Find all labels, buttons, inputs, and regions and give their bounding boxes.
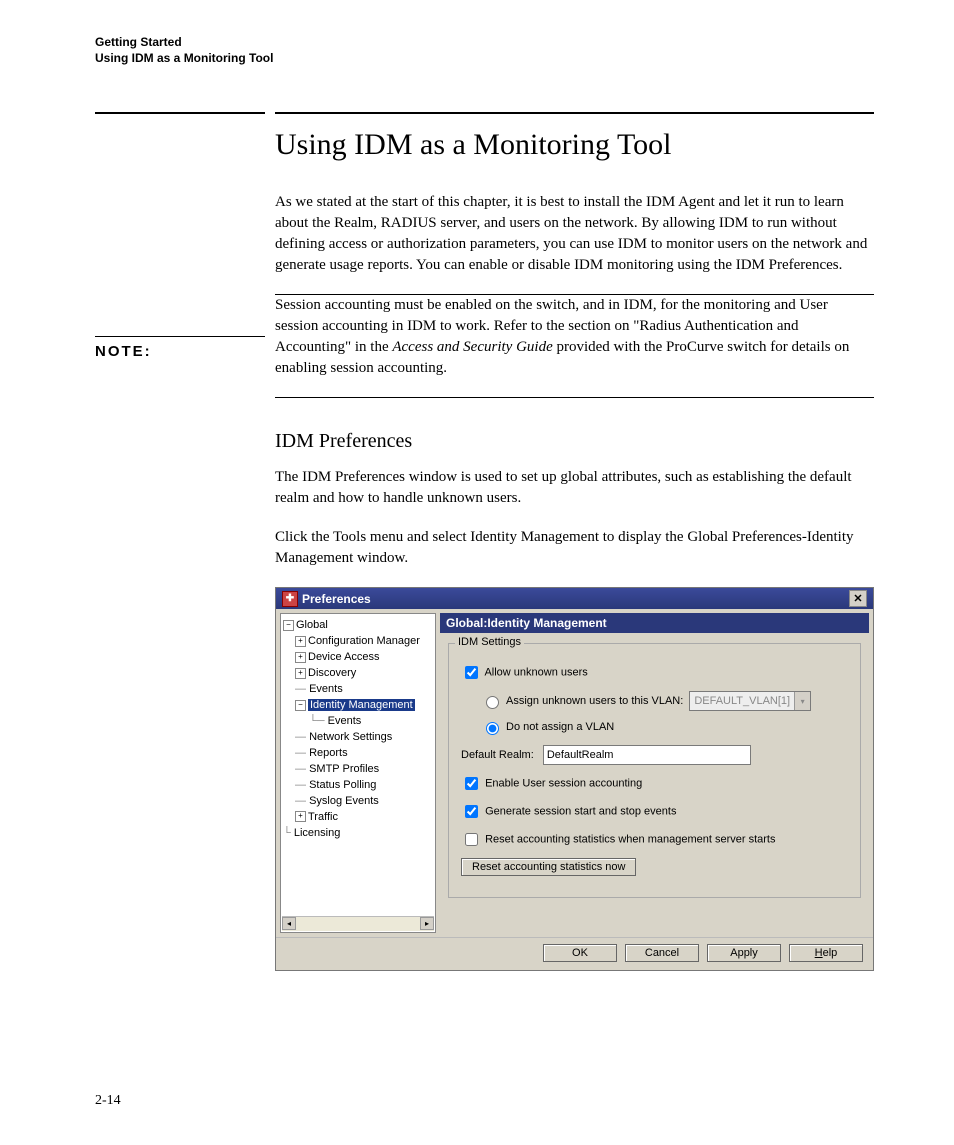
collapse-icon[interactable]: − <box>283 620 294 631</box>
assign-vlan-radio[interactable] <box>486 696 499 709</box>
vlan-dropdown[interactable]: DEFAULT_VLAN[1] ▾ <box>689 691 811 711</box>
dialog-titlebar[interactable]: ✚ Preferences ✕ <box>276 588 873 609</box>
preferences-dialog: ✚ Preferences ✕ −Global +Configuration M… <box>275 587 874 971</box>
note-text: Session accounting must be enabled on th… <box>275 295 874 379</box>
note-top-rule-left <box>95 336 265 337</box>
dialog-title: Preferences <box>302 592 371 606</box>
no-assign-vlan-label: Do not assign a VLAN <box>506 721 614 733</box>
tree-traffic[interactable]: Traffic <box>308 811 338 823</box>
enable-accounting-label: Enable User session accounting <box>485 778 642 790</box>
nav-tree[interactable]: −Global +Configuration Manager +Device A… <box>280 613 436 933</box>
tree-global[interactable]: Global <box>296 619 328 631</box>
note-label: NOTE: <box>95 343 265 360</box>
running-head-line1: Getting Started <box>95 34 874 50</box>
tree-discovery[interactable]: Discovery <box>308 667 356 679</box>
chevron-down-icon[interactable]: ▾ <box>794 692 810 710</box>
window-icon: ✚ <box>282 591 298 607</box>
expand-icon[interactable]: + <box>295 811 306 822</box>
vlan-dropdown-value: DEFAULT_VLAN[1] <box>690 695 794 707</box>
tree-config-manager[interactable]: Configuration Manager <box>308 635 420 647</box>
note-bottom-rule <box>275 397 874 398</box>
tree-horizontal-scrollbar[interactable]: ◂ ▸ <box>282 916 434 931</box>
right-top-rule <box>275 112 874 114</box>
no-assign-vlan-radio[interactable] <box>486 722 499 735</box>
tree-network-settings[interactable]: Network Settings <box>309 731 392 743</box>
reset-on-start-label: Reset accounting statistics when managem… <box>485 834 775 846</box>
close-icon[interactable]: ✕ <box>849 590 867 607</box>
help-rest: elp <box>823 947 838 959</box>
group-legend: IDM Settings <box>455 636 524 648</box>
page-number: 2-14 <box>95 1093 121 1109</box>
scroll-right-icon[interactable]: ▸ <box>420 917 434 930</box>
collapse-icon[interactable]: − <box>295 700 306 711</box>
expand-icon[interactable]: + <box>295 668 306 679</box>
generate-events-checkbox[interactable] <box>465 805 478 818</box>
default-realm-label: Default Realm: <box>461 749 534 761</box>
expand-icon[interactable]: + <box>295 652 306 663</box>
assign-vlan-label: Assign unknown users to this VLAN: <box>506 695 683 707</box>
intro-paragraph: As we stated at the start of this chapte… <box>275 192 874 276</box>
enable-accounting-checkbox[interactable] <box>465 777 478 790</box>
page-title: Using IDM as a Monitoring Tool <box>275 128 874 162</box>
reset-now-button[interactable]: Reset accounting statistics now <box>461 858 636 876</box>
idm-settings-group: IDM Settings Allow unknown users Assign … <box>448 643 861 898</box>
running-head: Getting Started Using IDM as a Monitorin… <box>95 34 874 66</box>
generate-events-label: Generate session start and stop events <box>485 806 676 818</box>
panel-header: Global:Identity Management <box>440 613 869 633</box>
default-realm-input[interactable] <box>543 745 751 765</box>
sub-paragraph-2: Click the Tools menu and select Identity… <box>275 527 874 569</box>
help-button[interactable]: Help <box>789 944 863 962</box>
subheading: IDM Preferences <box>275 430 874 453</box>
apply-button[interactable]: Apply <box>707 944 781 962</box>
tree-device-access[interactable]: Device Access <box>308 651 380 663</box>
allow-unknown-checkbox[interactable] <box>465 666 478 679</box>
tree-syslog-events[interactable]: Syslog Events <box>309 795 379 807</box>
tree-status-polling[interactable]: Status Polling <box>309 779 376 791</box>
running-head-line2: Using IDM as a Monitoring Tool <box>95 50 874 66</box>
scroll-left-icon[interactable]: ◂ <box>282 917 296 930</box>
tree-licensing[interactable]: Licensing <box>294 827 340 839</box>
sub-paragraph-1: The IDM Preferences window is used to se… <box>275 467 874 509</box>
tree-idm-events[interactable]: Events <box>328 715 362 727</box>
reset-on-start-checkbox[interactable] <box>465 833 478 846</box>
tree-reports[interactable]: Reports <box>309 747 348 759</box>
expand-icon[interactable]: + <box>295 636 306 647</box>
tree-events[interactable]: Events <box>309 683 343 695</box>
dialog-footer: OK Cancel Apply Help <box>276 937 873 970</box>
tree-identity-management[interactable]: Identity Management <box>308 699 415 711</box>
allow-unknown-label: Allow unknown users <box>484 667 587 679</box>
tree-smtp-profiles[interactable]: SMTP Profiles <box>309 763 379 775</box>
ok-button[interactable]: OK <box>543 944 617 962</box>
cancel-button[interactable]: Cancel <box>625 944 699 962</box>
